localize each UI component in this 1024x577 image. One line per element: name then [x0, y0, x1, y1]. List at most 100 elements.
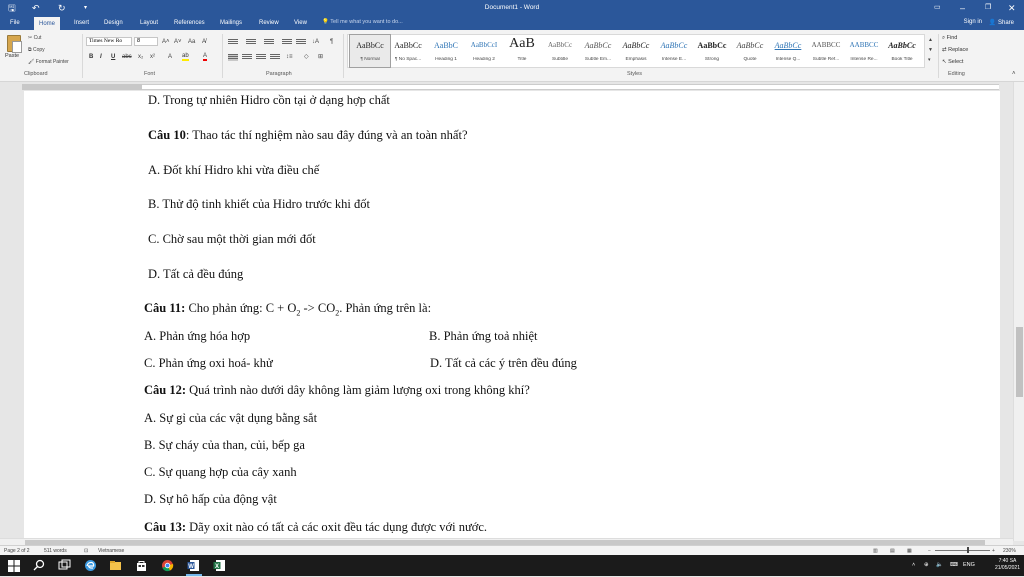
select-button[interactable]: ↖ Select: [942, 59, 963, 65]
sign-in-link[interactable]: Sign in: [964, 19, 982, 25]
format-painter-button[interactable]: 🖌 Format Painter: [28, 59, 69, 65]
style-no-spacing[interactable]: AaBbCc ¶ No Spac...: [388, 35, 428, 67]
find-button[interactable]: ⌕ Find: [942, 35, 957, 42]
zoom-level[interactable]: 230%: [1003, 548, 1016, 554]
italic-icon[interactable]: I: [100, 53, 102, 61]
close-icon[interactable]: ✕: [1008, 3, 1016, 13]
increase-indent-icon[interactable]: [296, 39, 306, 46]
horizontal-ruler[interactable]: [142, 84, 999, 90]
zoom-out-icon[interactable]: −: [928, 548, 931, 554]
show-marks-icon[interactable]: ¶: [330, 38, 333, 46]
tab-home[interactable]: Home: [34, 17, 61, 30]
strikethrough-icon[interactable]: abc: [122, 53, 132, 61]
tab-file[interactable]: File: [10, 19, 20, 27]
paste-button[interactable]: Paste: [5, 53, 19, 59]
store-icon[interactable]: [135, 559, 148, 572]
system-clock[interactable]: 7:40 SA 21/05/2021: [995, 558, 1020, 572]
restore-icon[interactable]: ❐: [985, 3, 991, 13]
keyboard-icon[interactable]: ⌨: [950, 562, 958, 568]
grow-font-icon[interactable]: A˄: [162, 38, 170, 46]
proofing-icon[interactable]: ⊡: [84, 548, 88, 554]
justify-icon[interactable]: [270, 54, 280, 61]
style-subtle-emphasis[interactable]: AaBbCc Subtle Em...: [578, 35, 618, 67]
styles-scroll-down-icon[interactable]: ▼: [928, 46, 933, 54]
word-count[interactable]: 511 words: [44, 548, 67, 554]
file-explorer-icon[interactable]: [109, 559, 122, 572]
subscript-icon[interactable]: x₂: [138, 53, 143, 61]
read-mode-icon[interactable]: ▥: [873, 548, 878, 554]
shrink-font-icon[interactable]: A˅: [174, 38, 182, 46]
task-view-icon[interactable]: [58, 559, 71, 572]
borders-icon[interactable]: ⊞: [318, 53, 323, 61]
line-spacing-icon[interactable]: ↕≡: [286, 53, 293, 61]
multilevel-list-icon[interactable]: [264, 39, 274, 46]
styles-scroll-up-icon[interactable]: ▲: [928, 36, 933, 44]
cut-button[interactable]: ✂ Cut: [28, 35, 41, 41]
scrollbar-thumb[interactable]: [1016, 327, 1023, 397]
style-intense-quote[interactable]: AaBbCc Intense Q...: [768, 35, 808, 67]
windows-start-icon[interactable]: [8, 559, 21, 572]
style-heading-2[interactable]: AaBbCcI Heading 2: [464, 35, 504, 67]
bold-icon[interactable]: B: [89, 53, 93, 61]
shading-icon[interactable]: ◇: [304, 53, 309, 61]
chrome-icon[interactable]: [161, 559, 174, 572]
language-status[interactable]: Vietnamese: [98, 548, 124, 554]
paste-icon[interactable]: [7, 35, 22, 53]
font-name-box[interactable]: Times New Ro: [86, 37, 132, 46]
tab-design[interactable]: Design: [104, 19, 123, 27]
bullets-icon[interactable]: [228, 39, 238, 46]
style-intense-emphasis[interactable]: AaBbCc Intense E...: [654, 35, 694, 67]
align-center-icon[interactable]: [242, 54, 252, 61]
style-emphasis[interactable]: AaBbCc Emphasis: [616, 35, 656, 67]
style-subtitle[interactable]: AaBbCc Subtitle: [540, 35, 580, 67]
text-effects-icon[interactable]: A: [168, 53, 172, 61]
print-layout-icon[interactable]: ▤: [890, 548, 895, 554]
tab-mailings[interactable]: Mailings: [220, 19, 242, 27]
word-icon[interactable]: W: [187, 559, 200, 572]
style-intense-reference[interactable]: AABBCC Intense Re...: [844, 35, 884, 67]
align-left-icon[interactable]: [228, 54, 238, 61]
sort-icon[interactable]: ↓A: [312, 38, 319, 46]
minimize-icon[interactable]: –: [960, 3, 965, 13]
tell-me-search[interactable]: 💡 Tell me what you want to do...: [322, 19, 403, 25]
style-book-title[interactable]: AaBbCc Book Title: [882, 35, 922, 67]
font-size-box[interactable]: 8: [134, 37, 158, 46]
styles-more-icon[interactable]: ▾: [928, 56, 931, 64]
tab-view[interactable]: View: [294, 19, 307, 27]
document-page[interactable]: D. Trong tự nhiên Hidro cồn tại ở dạng h…: [24, 91, 1000, 538]
style-title[interactable]: AaB Title: [502, 35, 542, 67]
replace-button[interactable]: ⇄ Replace: [942, 47, 968, 53]
vertical-scrollbar[interactable]: [1013, 82, 1024, 541]
tab-review[interactable]: Review: [259, 19, 279, 27]
network-icon[interactable]: ⊕: [924, 562, 929, 568]
style-heading-1[interactable]: AaBbC Heading 1: [426, 35, 466, 67]
edge-icon[interactable]: [84, 559, 97, 572]
input-language[interactable]: ENG: [963, 562, 975, 568]
style-subtle-reference[interactable]: AABBCC Subtle Ref...: [806, 35, 846, 67]
excel-icon[interactable]: X: [213, 559, 226, 572]
font-color-icon[interactable]: A: [203, 53, 208, 61]
style-normal[interactable]: AaBbCc ¶ Normal: [349, 34, 391, 68]
tab-insert[interactable]: Insert: [74, 19, 89, 27]
copy-button[interactable]: ⧉ Copy: [28, 47, 45, 53]
zoom-slider[interactable]: [935, 550, 990, 551]
superscript-icon[interactable]: x²: [150, 53, 155, 61]
volume-icon[interactable]: 🔈: [936, 562, 943, 568]
show-hidden-icons[interactable]: ˄: [912, 562, 915, 568]
tab-references[interactable]: References: [174, 19, 205, 27]
zoom-in-icon[interactable]: +: [992, 548, 995, 554]
horizontal-scrollbar[interactable]: [0, 538, 1013, 545]
tab-layout[interactable]: Layout: [140, 19, 158, 27]
numbering-icon[interactable]: [246, 39, 256, 46]
underline-icon[interactable]: U: [111, 53, 115, 61]
ribbon-display-options-icon[interactable]: ▭: [934, 3, 941, 13]
style-quote[interactable]: AaBbCc Quote: [730, 35, 770, 67]
change-case-icon[interactable]: Aa: [188, 38, 195, 46]
style-strong[interactable]: AaBbCc Strong: [692, 35, 732, 67]
share-button[interactable]: 👤 Share: [989, 19, 1014, 26]
zoom-slider-knob[interactable]: [967, 547, 969, 553]
web-layout-icon[interactable]: ▦: [907, 548, 912, 554]
page-count[interactable]: Page 2 of 2: [4, 548, 30, 554]
collapse-ribbon-icon[interactable]: ˄: [1012, 70, 1016, 78]
decrease-indent-icon[interactable]: [282, 39, 292, 46]
